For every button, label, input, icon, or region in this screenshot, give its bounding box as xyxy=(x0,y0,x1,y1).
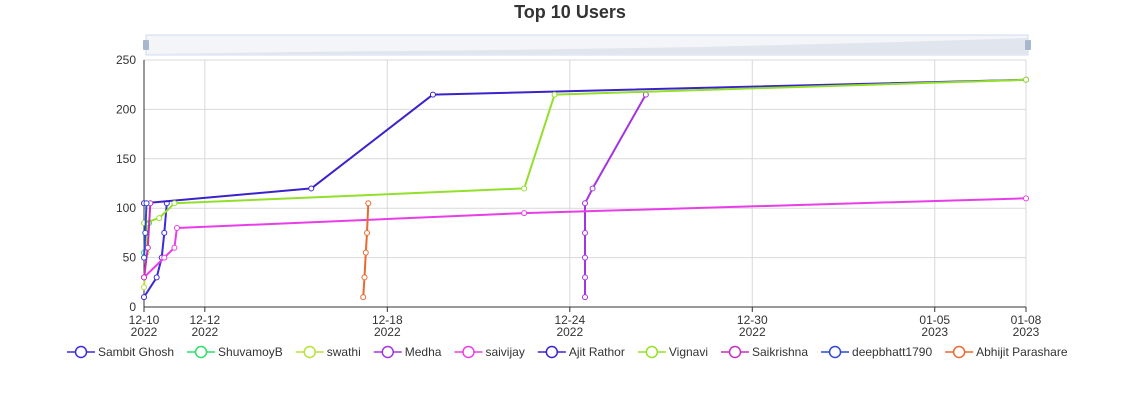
legend-label: Vignavi xyxy=(669,345,708,359)
y-tick-label: 200 xyxy=(116,102,136,116)
legend-item-abhijit-parashare[interactable]: Abhijit Parashare xyxy=(945,345,1068,359)
series xyxy=(141,76,1029,301)
data-point[interactable] xyxy=(582,229,588,236)
data-point[interactable] xyxy=(365,200,372,207)
axes: 05010015020025012-10202212-12202212-1820… xyxy=(116,53,1042,339)
legend-circle-icon xyxy=(952,345,966,359)
data-zoom-slider[interactable] xyxy=(143,34,1031,56)
data-point[interactable] xyxy=(141,294,147,301)
line-chart: 05010015020025012-10202212-12202212-1820… xyxy=(67,34,1068,359)
x-tick-year-label: 2022 xyxy=(556,325,583,339)
x-tick-year-label: 2023 xyxy=(921,325,948,339)
data-point[interactable] xyxy=(429,91,436,98)
y-tick-label: 150 xyxy=(116,152,136,166)
legend-item-shuvamoyb[interactable]: ShuvamoyB xyxy=(187,345,283,359)
data-point[interactable] xyxy=(308,185,315,192)
legend-item-medha[interactable]: Medha xyxy=(373,345,442,359)
data-point[interactable] xyxy=(141,284,147,291)
legend-circle-icon xyxy=(74,345,88,359)
data-point[interactable] xyxy=(1023,76,1029,83)
series-abhijit-parashare[interactable] xyxy=(360,200,372,301)
data-point[interactable] xyxy=(642,91,649,98)
data-zoom-left-handle[interactable] xyxy=(143,40,149,50)
legend-circle-icon xyxy=(462,345,475,359)
data-point[interactable] xyxy=(364,229,371,236)
x-tick-year-label: 2022 xyxy=(191,325,218,339)
data-point[interactable] xyxy=(153,274,160,281)
series-line[interactable] xyxy=(584,94,647,298)
legend-label: Sambit Ghosh xyxy=(98,345,174,359)
data-point[interactable] xyxy=(582,274,588,281)
legend[interactable]: Sambit Ghosh ShuvamoyB swathi Medha saivijay… xyxy=(67,345,1068,359)
legend-circle-icon xyxy=(194,345,208,359)
legend-item-ajit-rathor[interactable]: Ajit Rathor xyxy=(537,345,625,359)
x-tick-year-label: 2022 xyxy=(739,325,766,339)
data-point[interactable] xyxy=(161,254,168,261)
data-point[interactable] xyxy=(1023,195,1029,202)
data-point[interactable] xyxy=(156,215,163,222)
data-point[interactable] xyxy=(142,229,149,236)
legend-item-swathi[interactable]: swathi xyxy=(295,345,361,359)
legend-label: saivijay xyxy=(485,345,524,359)
data-point[interactable] xyxy=(582,294,588,301)
data-point[interactable] xyxy=(582,254,588,261)
legend-label: deepbhatt1790 xyxy=(852,345,932,359)
data-point[interactable] xyxy=(144,244,151,251)
data-point[interactable] xyxy=(171,244,178,251)
legend-item-vignavi[interactable]: Vignavi xyxy=(637,345,708,359)
series-line[interactable] xyxy=(143,78,1027,205)
data-point[interactable] xyxy=(141,274,147,281)
y-tick-label: 100 xyxy=(116,201,136,215)
legend-item-saivijay[interactable]: saivijay xyxy=(454,345,525,359)
data-point[interactable] xyxy=(141,254,147,261)
legend-circle-icon xyxy=(645,345,659,359)
y-tick-label: 250 xyxy=(116,53,136,67)
data-point[interactable] xyxy=(521,210,528,217)
x-tick-year-label: 2022 xyxy=(374,325,401,339)
y-tick-label: 0 xyxy=(129,300,136,314)
legend-item-sambit-ghosh[interactable]: Sambit Ghosh xyxy=(67,345,174,359)
legend-circle-icon xyxy=(381,345,395,359)
legend-label: Medha xyxy=(405,345,442,359)
x-tick-year-label: 2023 xyxy=(1013,325,1040,339)
legend-label: swathi xyxy=(327,345,361,359)
legend-circle-icon xyxy=(303,345,316,359)
data-point[interactable] xyxy=(360,294,367,301)
data-point[interactable] xyxy=(171,200,178,207)
legend-item-saikrishna[interactable]: Saikrishna xyxy=(721,345,808,359)
data-zoom-right-handle[interactable] xyxy=(1025,40,1031,50)
data-point[interactable] xyxy=(361,274,368,281)
legend-label: Saikrishna xyxy=(752,345,808,359)
data-point[interactable] xyxy=(582,200,588,207)
legend-circle-icon xyxy=(828,345,842,359)
legend-label: Abhijit Parashare xyxy=(976,345,1068,359)
data-point[interactable] xyxy=(521,185,528,192)
data-point[interactable] xyxy=(143,200,150,207)
data-point[interactable] xyxy=(551,91,558,98)
data-point[interactable] xyxy=(589,185,596,192)
legend-label: Ajit Rathor xyxy=(569,345,625,359)
series-ajit-rathor[interactable] xyxy=(141,76,1029,207)
legend-item-deepbhatt1790[interactable]: deepbhatt1790 xyxy=(821,345,932,359)
legend-circle-icon xyxy=(728,345,742,359)
data-point[interactable] xyxy=(161,229,168,236)
legend-label: ShuvamoyB xyxy=(218,345,283,359)
data-point[interactable] xyxy=(173,224,180,231)
legend-circle-icon xyxy=(545,345,559,359)
data-point[interactable] xyxy=(362,249,369,256)
series-medha[interactable] xyxy=(582,91,649,301)
y-tick-label: 50 xyxy=(123,251,137,265)
x-tick-year-label: 2022 xyxy=(131,325,158,339)
